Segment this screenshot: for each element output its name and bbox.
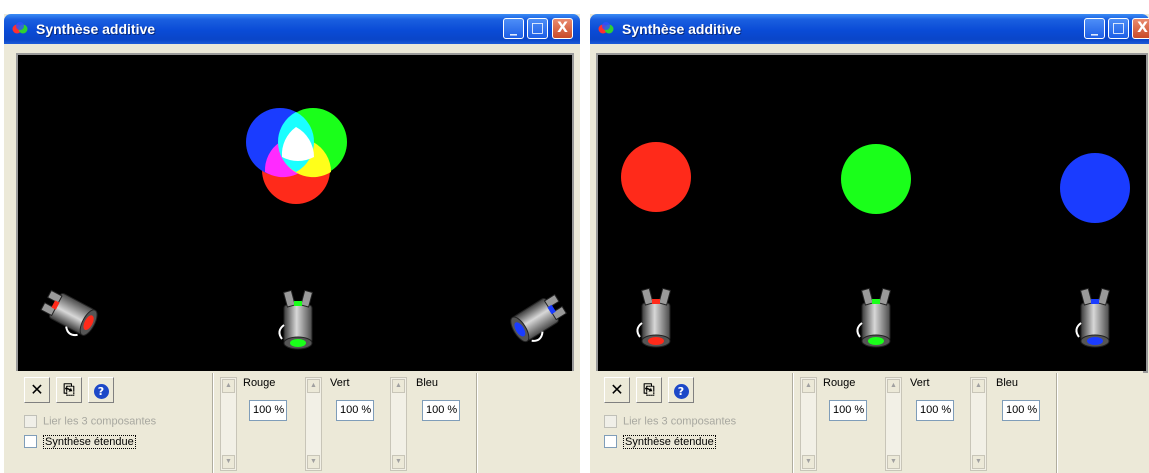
- control-panel: ✕ ⎘ ? Lier les 3 composantes Synthèse ét…: [596, 371, 1143, 473]
- beam-red: [621, 142, 691, 212]
- red-up-arrow[interactable]: ▲: [802, 379, 815, 393]
- separator: [1056, 373, 1058, 473]
- scene-canvas: [37, 108, 570, 350]
- copy-icon: ⎘: [63, 382, 75, 398]
- link-components-checkbox[interactable]: Lier les 3 composantes: [24, 415, 156, 428]
- app-window-left: Synthèse additive _ □ X ✕ ⎘ ? Lier les 3…: [4, 14, 580, 473]
- minimize-button[interactable]: _: [503, 18, 524, 39]
- link-components-label: Lier les 3 composantes: [43, 415, 157, 428]
- red-slider[interactable]: ▲ ▼: [800, 377, 817, 471]
- green-up-arrow[interactable]: ▲: [887, 379, 900, 393]
- scene-canvas: [621, 142, 1130, 348]
- close-tool-button[interactable]: ✕: [604, 377, 630, 403]
- copy-button[interactable]: ⎘: [56, 377, 82, 403]
- green-label: Vert: [330, 377, 350, 389]
- extended-synthesis-checkbox[interactable]: Synthèse étendue: [604, 434, 716, 449]
- link-components-checkbox[interactable]: Lier les 3 composantes: [604, 415, 736, 428]
- window-title: Synthèse additive: [36, 21, 156, 37]
- red-slider[interactable]: ▲ ▼: [220, 377, 237, 471]
- separator: [476, 373, 478, 473]
- spotlight-green[interactable]: [278, 289, 314, 350]
- spotlight-green[interactable]: [856, 287, 892, 348]
- control-panel: ✕ ⎘ ? Lier les 3 composantes Synthèse ét…: [16, 371, 574, 473]
- app-icon: [12, 22, 28, 34]
- blue-down-arrow[interactable]: ▼: [392, 455, 405, 469]
- beam-green: [841, 144, 911, 214]
- help-button[interactable]: ?: [88, 377, 114, 403]
- checkbox-box[interactable]: [24, 415, 37, 428]
- title-bar[interactable]: Synthèse additive _ □ X: [590, 14, 1149, 44]
- extended-synthesis-label: Synthèse étendue: [623, 434, 716, 449]
- title-bar[interactable]: Synthèse additive _ □ X: [4, 14, 580, 44]
- blue-up-arrow[interactable]: ▲: [972, 379, 985, 393]
- separator: [792, 373, 794, 473]
- app-icon: [598, 22, 614, 34]
- spotlight-red[interactable]: [37, 288, 100, 342]
- green-value-field[interactable]: 100 %: [336, 400, 374, 421]
- blue-slider[interactable]: ▲ ▼: [390, 377, 407, 471]
- green-down-arrow[interactable]: ▼: [887, 455, 900, 469]
- checkbox-box[interactable]: [604, 415, 617, 428]
- green-slider[interactable]: ▲ ▼: [305, 377, 322, 471]
- maximize-button[interactable]: □: [1108, 18, 1129, 39]
- red-down-arrow[interactable]: ▼: [222, 455, 235, 469]
- red-label: Rouge: [243, 377, 276, 389]
- blue-label: Bleu: [416, 377, 439, 389]
- beam-blue: [1060, 153, 1130, 223]
- copy-button[interactable]: ⎘: [636, 377, 662, 403]
- close-button[interactable]: X: [552, 18, 573, 39]
- blue-up-arrow[interactable]: ▲: [392, 379, 405, 393]
- green-value-field[interactable]: 100 %: [916, 400, 954, 421]
- close-tool-button[interactable]: ✕: [24, 377, 50, 403]
- separator: [212, 373, 214, 473]
- red-down-arrow[interactable]: ▼: [802, 455, 815, 469]
- red-label: Rouge: [823, 377, 856, 389]
- light-stage[interactable]: [596, 53, 1148, 373]
- maximize-button[interactable]: □: [527, 18, 548, 39]
- help-button[interactable]: ?: [668, 377, 694, 403]
- blue-value-field[interactable]: 100 %: [1002, 400, 1040, 421]
- checkbox-box[interactable]: [604, 435, 617, 448]
- red-value-field[interactable]: 100 %: [249, 400, 287, 421]
- checkbox-box[interactable]: [24, 435, 37, 448]
- blue-value-field[interactable]: 100 %: [422, 400, 460, 421]
- copy-icon: ⎘: [643, 382, 655, 398]
- spotlight-red[interactable]: [636, 287, 672, 348]
- red-value-field[interactable]: 100 %: [829, 400, 867, 421]
- green-label: Vert: [910, 377, 930, 389]
- spotlight-blue[interactable]: [1075, 287, 1111, 348]
- minimize-button[interactable]: _: [1084, 18, 1105, 39]
- green-down-arrow[interactable]: ▼: [307, 455, 320, 469]
- green-up-arrow[interactable]: ▲: [307, 379, 320, 393]
- extended-synthesis-label: Synthèse étendue: [43, 434, 136, 449]
- green-slider[interactable]: ▲ ▼: [885, 377, 902, 471]
- blue-label: Bleu: [996, 377, 1019, 389]
- help-icon: ?: [673, 384, 689, 399]
- spotlight-blue[interactable]: [507, 292, 570, 348]
- app-window-right: Synthèse additive _ □ X ✕ ⎘ ? Lier les 3…: [590, 14, 1149, 473]
- close-button[interactable]: X: [1132, 18, 1149, 39]
- link-components-label: Lier les 3 composantes: [623, 415, 737, 428]
- red-up-arrow[interactable]: ▲: [222, 379, 235, 393]
- light-stage[interactable]: [16, 53, 574, 373]
- blue-slider[interactable]: ▲ ▼: [970, 377, 987, 471]
- beam-overlap: [246, 108, 347, 204]
- blue-down-arrow[interactable]: ▼: [972, 455, 985, 469]
- help-icon: ?: [93, 384, 109, 399]
- window-title: Synthèse additive: [622, 21, 742, 37]
- extended-synthesis-checkbox[interactable]: Synthèse étendue: [24, 434, 136, 449]
